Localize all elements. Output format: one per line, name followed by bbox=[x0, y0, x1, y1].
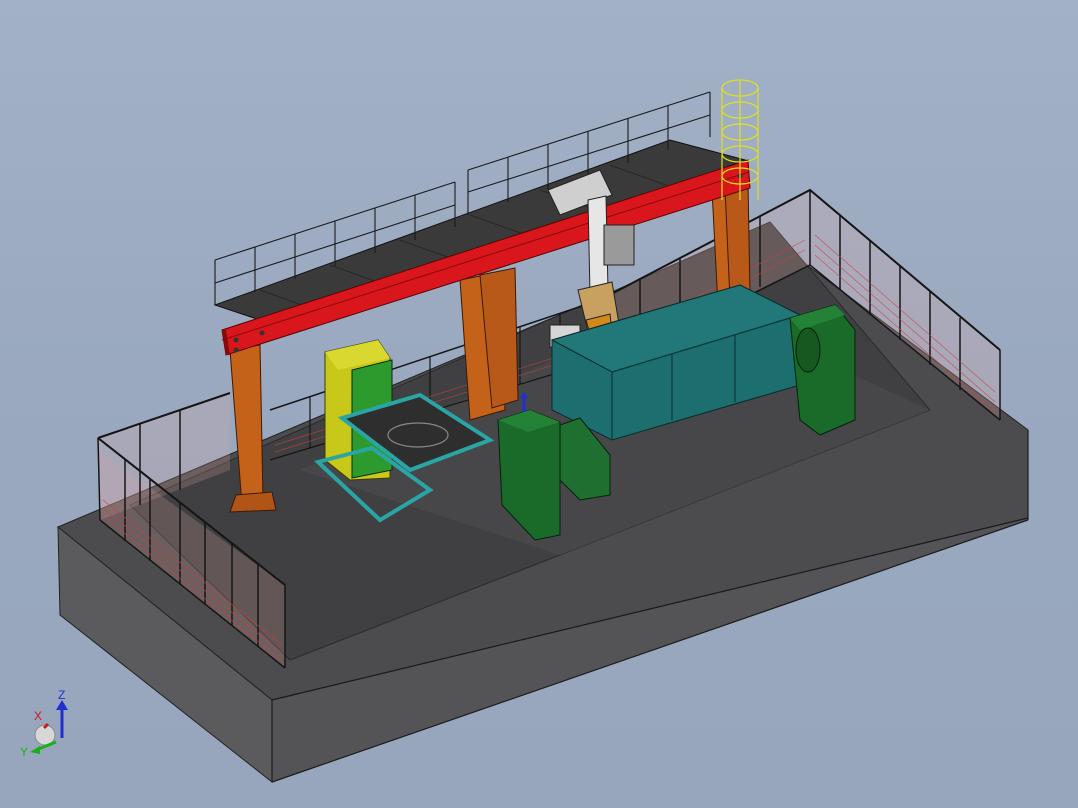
y-axis-arrow bbox=[30, 746, 40, 754]
view-orientation-triad: X Y Z bbox=[20, 690, 68, 759]
ladder-cage bbox=[721, 79, 759, 200]
cad-model-scene[interactable] bbox=[0, 0, 1078, 808]
tailstock-right bbox=[789, 304, 856, 436]
y-axis-label: Y bbox=[20, 745, 28, 759]
z-axis-label: Z bbox=[58, 690, 65, 702]
cad-viewport[interactable]: X Y Z bbox=[0, 0, 1078, 808]
x-axis-label: X bbox=[34, 709, 42, 723]
